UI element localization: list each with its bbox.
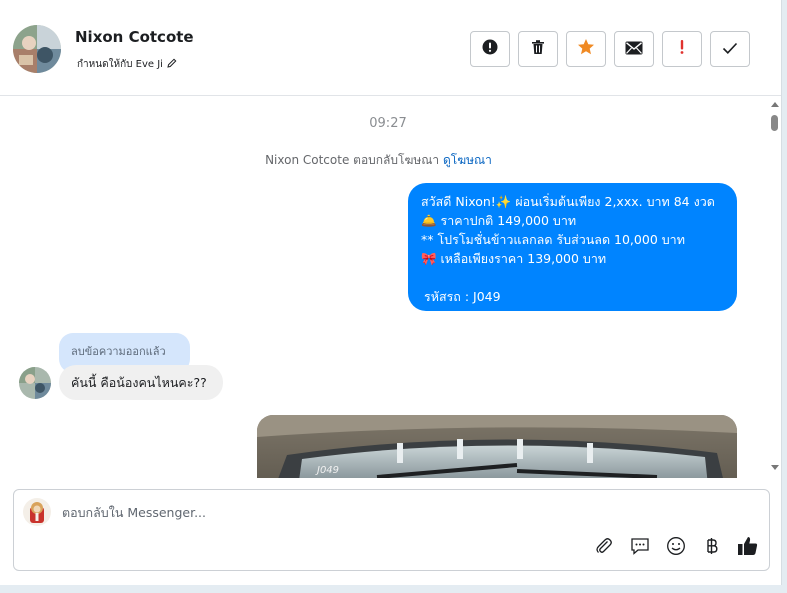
baht-icon bbox=[705, 536, 719, 560]
checkmark-icon bbox=[722, 40, 738, 59]
star-button[interactable] bbox=[566, 31, 606, 67]
view-ad-link[interactable]: ดูโฆษณา bbox=[443, 153, 492, 167]
scroll-thumb[interactable] bbox=[771, 115, 778, 131]
pencil-icon[interactable] bbox=[167, 58, 177, 71]
envelope-icon bbox=[625, 40, 643, 59]
emoji-button[interactable] bbox=[664, 536, 688, 560]
action-toolbar bbox=[470, 31, 750, 67]
follow-up-button[interactable] bbox=[662, 31, 702, 67]
reply-composer bbox=[13, 489, 770, 571]
mark-unread-button[interactable] bbox=[614, 31, 654, 67]
saved-replies-button[interactable] bbox=[628, 536, 652, 560]
composer-tools bbox=[592, 536, 760, 560]
trash-icon bbox=[530, 39, 546, 59]
scrollbar[interactable] bbox=[768, 97, 781, 478]
mark-spam-icon bbox=[482, 39, 498, 59]
message-line: รหัสรถ : J049 bbox=[424, 289, 501, 304]
scroll-up-arrow-icon[interactable] bbox=[771, 102, 779, 107]
star-icon bbox=[577, 38, 595, 60]
delete-button[interactable] bbox=[518, 31, 558, 67]
sender-avatar[interactable] bbox=[19, 367, 51, 399]
outgoing-message[interactable]: สวัสดี Nixon!✨ ผ่อนเริ่มต้นเพียง 2,xxx. … bbox=[408, 183, 737, 311]
follow-up-icon bbox=[679, 39, 685, 59]
payment-button[interactable] bbox=[700, 536, 724, 560]
mark-done-button[interactable] bbox=[710, 31, 750, 67]
message-line: ** โปรโมชั่นข้าวแลกลด รับส่วนลด 10,000 บ… bbox=[421, 232, 685, 247]
chat-bubble-icon bbox=[630, 536, 650, 560]
message-line: 🎀 เหลือเพียงราคา 139,000 บาท bbox=[421, 251, 607, 266]
ad-reply-notice: Nixon Cotcote ตอบกลับโฆษณา ดูโฆษณา bbox=[0, 151, 757, 170]
message-timestamp: 09:27 bbox=[369, 116, 407, 131]
paperclip-icon bbox=[594, 536, 614, 560]
reply-input[interactable] bbox=[62, 505, 662, 520]
message-thread[interactable]: 09:27 Nixon Cotcote ตอบกลับโฆษณา ดูโฆษณา… bbox=[0, 97, 768, 478]
conversation-header: Nixon Cotcote กำหนดให้กับ Eve Ji bbox=[0, 0, 781, 96]
smiley-icon bbox=[666, 536, 686, 560]
thumbs-up-icon bbox=[737, 535, 759, 561]
contact-name[interactable]: Nixon Cotcote bbox=[75, 28, 194, 46]
image-attachment[interactable]: J049 bbox=[257, 415, 737, 478]
ad-reply-text: Nixon Cotcote ตอบกลับโฆษณา bbox=[265, 153, 440, 167]
agent-avatar bbox=[23, 498, 51, 526]
plate-label: J049 bbox=[315, 465, 339, 476]
scroll-down-arrow-icon[interactable] bbox=[771, 465, 779, 470]
incoming-message[interactable]: คันนี้ คือน้องคนไหนคะ?? bbox=[59, 365, 223, 400]
conversation-panel: Nixon Cotcote กำหนดให้กับ Eve Ji 09:27 N… bbox=[0, 0, 782, 585]
like-button[interactable] bbox=[736, 536, 760, 560]
attach-button[interactable] bbox=[592, 536, 616, 560]
message-line: สวัสดี Nixon!✨ ผ่อนเริ่มต้นเพียง 2,xxx. … bbox=[421, 194, 715, 209]
avatar[interactable] bbox=[13, 25, 61, 73]
assignee-row[interactable]: กำหนดให้กับ Eve Ji bbox=[77, 57, 177, 72]
mark-spam-button[interactable] bbox=[470, 31, 510, 67]
message-line: 🛎️ ราคาปกติ 149,000 บาท bbox=[421, 213, 577, 228]
assignee-text: กำหนดให้กับ Eve Ji bbox=[77, 59, 163, 70]
